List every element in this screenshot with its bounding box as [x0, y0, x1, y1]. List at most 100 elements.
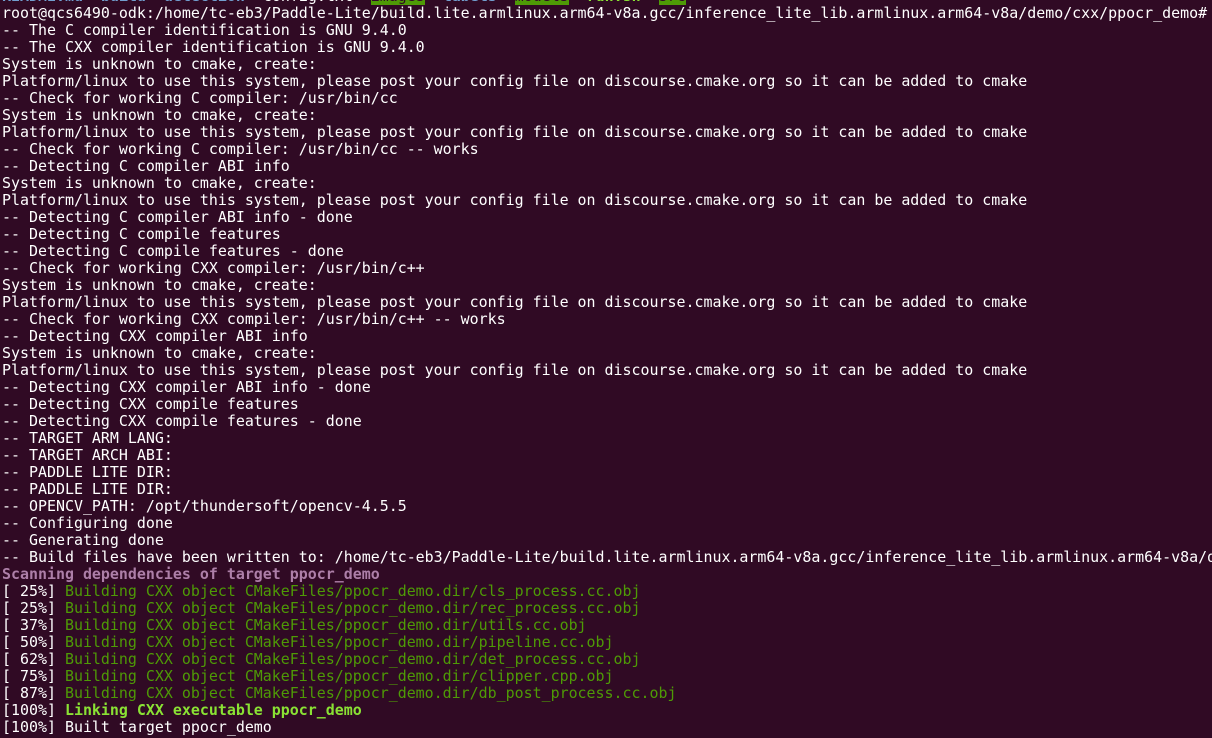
- line-text: -- Check for working CXX compiler: /usr/…: [2, 260, 425, 277]
- output-line: -- Detecting CXX compiler ABI info: [2, 328, 1212, 345]
- line-text: -- TARGET ARCH ABI:: [2, 447, 173, 464]
- output-line: -- The C compiler identification is GNU …: [2, 22, 1212, 39]
- output-line: [100%] Built target ppocr_demo: [2, 719, 1212, 736]
- ls-entry: [497, 0, 515, 5]
- line-text: Building CXX object CMakeFiles/ppocr_dem…: [64, 617, 587, 634]
- output-line: -- Generating done: [2, 532, 1212, 549]
- line-text: -- OPENCV_PATH: /opt/thundersoft/opencv-…: [2, 498, 407, 515]
- output-line: Scanning dependencies of target ppocr_de…: [2, 566, 1212, 583]
- line-text: -- Build files have been written to: /ho…: [2, 549, 1212, 566]
- line-text: System is unknown to cmake, create:: [2, 107, 317, 124]
- terminal-window[interactable]: README.md build detection config.txt ima…: [0, 0, 1212, 738]
- output-line: Platform/linux to use this system, pleas…: [2, 192, 1212, 209]
- progress-percent: [ 25%]: [2, 583, 65, 600]
- progress-percent: [100%]: [2, 702, 65, 719]
- ls-output-row: README.md build detection config.txt ima…: [2, 0, 686, 5]
- line-text: -- TARGET ARM LANG:: [2, 430, 173, 447]
- prompt-line: root@qcs6490-odk:/home/tc-eb3/Paddle-Lit…: [2, 5, 1212, 22]
- output-line: [ 37%] Building CXX object CMakeFiles/pp…: [2, 617, 1212, 634]
- output-line: [ 50%] Building CXX object CMakeFiles/pp…: [2, 634, 1212, 651]
- output-line: -- TARGET ARM LANG:: [2, 430, 1212, 447]
- output-line: -- Check for working C compiler: /usr/bi…: [2, 141, 1212, 158]
- output-line: [ 25%] Building CXX object CMakeFiles/pp…: [2, 600, 1212, 617]
- line-text: System is unknown to cmake, create:: [2, 345, 317, 362]
- output-line: -- Build files have been written to: /ho…: [2, 549, 1212, 566]
- line-text: Building CXX object CMakeFiles/ppocr_dem…: [64, 668, 614, 685]
- line-text: -- Detecting C compile features: [2, 226, 281, 243]
- progress-percent: [100%]: [2, 719, 65, 736]
- output-line: -- PADDLE LITE DIR:: [2, 481, 1212, 498]
- terminal-output: root@qcs6490-odk:/home/tc-eb3/Paddle-Lit…: [2, 5, 1212, 736]
- progress-percent: [ 37%]: [2, 617, 65, 634]
- line-text: -- PADDLE LITE DIR:: [2, 481, 173, 498]
- line-text: Building CXX object CMakeFiles/ppocr_dem…: [64, 651, 641, 668]
- output-line: System is unknown to cmake, create:: [2, 277, 1212, 294]
- line-text: -- Detecting CXX compile features: [2, 396, 299, 413]
- output-line: [ 87%] Building CXX object CMakeFiles/pp…: [2, 685, 1212, 702]
- output-line: -- Detecting C compiler ABI info - done: [2, 209, 1212, 226]
- line-text: System is unknown to cmake, create:: [2, 56, 317, 73]
- output-line: Platform/linux to use this system, pleas…: [2, 73, 1212, 90]
- ls-entry: [83, 0, 101, 5]
- ls-entry: [425, 0, 443, 5]
- previous-ls-output: README.md build detection config.txt ima…: [2, 0, 1212, 5]
- line-text: Building CXX object CMakeFiles/ppocr_dem…: [64, 634, 614, 651]
- output-line: System is unknown to cmake, create:: [2, 345, 1212, 362]
- line-text: -- Detecting C compile features - done: [2, 243, 344, 260]
- line-text: Linking CXX executable ppocr_demo: [64, 702, 362, 719]
- output-line: System is unknown to cmake, create:: [2, 56, 1212, 73]
- ls-entry: [146, 0, 164, 5]
- output-line: Platform/linux to use this system, pleas…: [2, 362, 1212, 379]
- output-line: -- Check for working C compiler: /usr/bi…: [2, 90, 1212, 107]
- output-line: -- Check for working CXX compiler: /usr/…: [2, 311, 1212, 328]
- ls-entry: run.sh: [587, 0, 641, 5]
- progress-percent: [ 87%]: [2, 685, 65, 702]
- ls-entry: detection: [164, 0, 245, 5]
- line-text: System is unknown to cmake, create:: [2, 277, 317, 294]
- progress-percent: [ 50%]: [2, 634, 65, 651]
- ls-entry: images: [370, 0, 425, 5]
- output-line: -- TARGET ARCH ABI:: [2, 447, 1212, 464]
- line-text: -- Check for working CXX compiler: /usr/…: [2, 311, 506, 328]
- progress-percent: [ 25%]: [2, 600, 65, 617]
- ls-entry: [569, 0, 587, 5]
- output-line: -- Detecting CXX compiler ABI info - don…: [2, 379, 1212, 396]
- line-text: -- Detecting CXX compiler ABI info - don…: [2, 379, 371, 396]
- output-line: -- Detecting C compiler ABI info: [2, 158, 1212, 175]
- line-text: Built target ppocr_demo: [64, 719, 272, 736]
- line-text: -- Detecting CXX compiler ABI info: [2, 328, 308, 345]
- output-line: System is unknown to cmake, create:: [2, 107, 1212, 124]
- output-line: System is unknown to cmake, create:: [2, 175, 1212, 192]
- progress-percent: [ 62%]: [2, 651, 65, 668]
- progress-percent: [ 75%]: [2, 668, 65, 685]
- output-line: -- Check for working CXX compiler: /usr/…: [2, 260, 1212, 277]
- line-text: Platform/linux to use this system, pleas…: [2, 124, 1028, 141]
- output-line: Platform/linux to use this system, pleas…: [2, 294, 1212, 311]
- output-line: -- Detecting C compile features: [2, 226, 1212, 243]
- line-text: Scanning dependencies of target ppocr_de…: [2, 566, 380, 583]
- output-line: -- OPENCV_PATH: /opt/thundersoft/opencv-…: [2, 498, 1212, 515]
- line-text: -- The CXX compiler identification is GN…: [2, 39, 425, 56]
- line-text: Building CXX object CMakeFiles/ppocr_dem…: [64, 583, 641, 600]
- output-line: -- Detecting CXX compile features: [2, 396, 1212, 413]
- line-text: -- PADDLE LITE DIR:: [2, 464, 173, 481]
- ls-entry: README.md: [2, 0, 83, 5]
- output-line: -- PADDLE LITE DIR:: [2, 464, 1212, 481]
- line-text: -- Configuring done: [2, 515, 173, 532]
- output-line: [ 62%] Building CXX object CMakeFiles/pp…: [2, 651, 1212, 668]
- ls-entry: labels: [443, 0, 497, 5]
- line-text: -- Detecting CXX compile features - done: [2, 413, 362, 430]
- line-text: -- Detecting C compiler ABI info: [2, 158, 290, 175]
- output-line: [ 25%] Building CXX object CMakeFiles/pp…: [2, 583, 1212, 600]
- line-text: Platform/linux to use this system, pleas…: [2, 73, 1028, 90]
- line-text: Platform/linux to use this system, pleas…: [2, 362, 1028, 379]
- line-text: -- Detecting C compiler ABI info - done: [2, 209, 353, 226]
- ls-entry: build: [101, 0, 146, 5]
- ls-entry: models: [514, 0, 569, 5]
- line-text: Platform/linux to use this system, pleas…: [2, 294, 1028, 311]
- output-line: -- Detecting C compile features - done: [2, 243, 1212, 260]
- ls-entry: src: [658, 0, 686, 5]
- output-line: -- The CXX compiler identification is GN…: [2, 39, 1212, 56]
- line-text: -- Check for working C compiler: /usr/bi…: [2, 141, 479, 158]
- line-text: -- The C compiler identification is GNU …: [2, 22, 407, 39]
